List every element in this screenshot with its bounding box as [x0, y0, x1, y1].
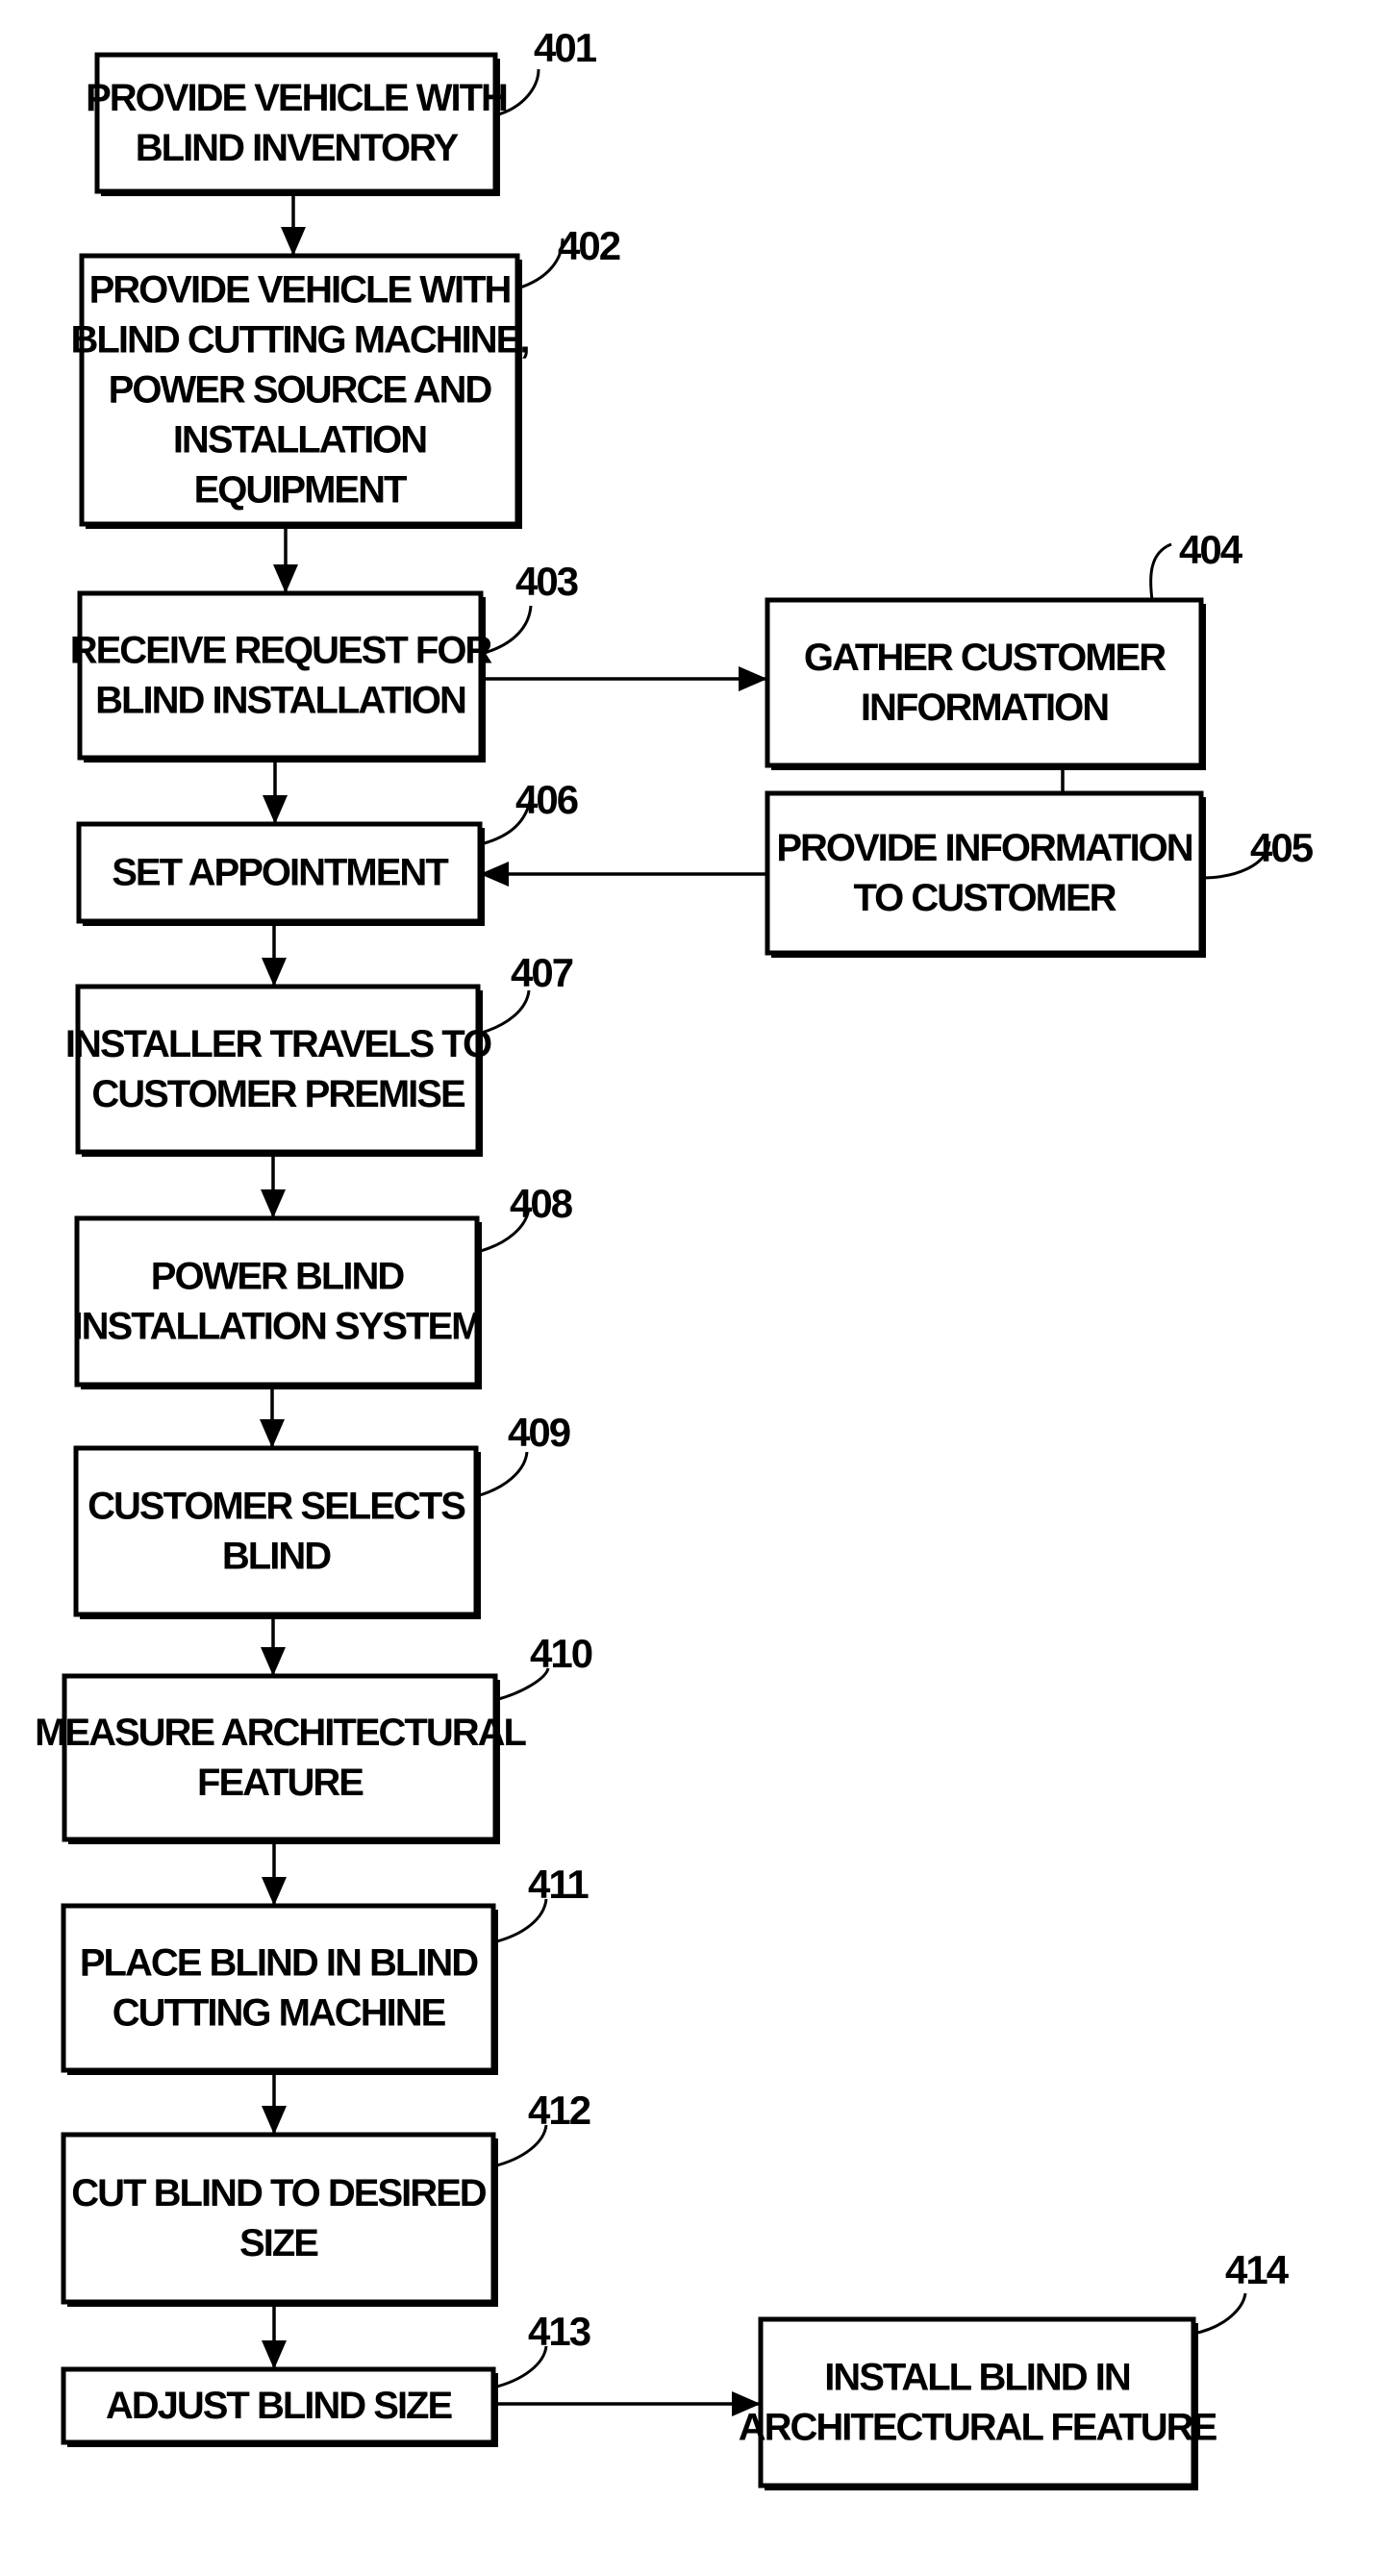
- step-text-line: CUTTING MACHINE: [113, 1992, 446, 2035]
- step-text-line: TO CUSTOMER: [853, 877, 1117, 919]
- reference-labels: 4014024034044054064074084094104114124134…: [475, 25, 1316, 2389]
- step-text-line: MEASURE ARCHITECTURAL: [35, 1712, 526, 1754]
- reference-numeral-413: 413: [528, 2309, 590, 2354]
- step-box-412: CUT BLIND TO DESIRED SIZE: [61, 2132, 498, 2307]
- step-box-402: PROVIDE VEHICLE WITH BLIND CUTTING MACHIN…: [71, 253, 530, 529]
- reference-numeral-410: 410: [530, 1631, 592, 1676]
- step-text-line: CUSTOMER PREMISE: [91, 1073, 465, 1115]
- step-box-border: [75, 984, 481, 1155]
- step-text-line: CUT BLIND TO DESIRED: [71, 2172, 487, 2214]
- step-box-border: [61, 1903, 496, 2073]
- step-box-border: [61, 2132, 496, 2305]
- arrowhead-icon: [261, 1647, 286, 1676]
- arrowhead-icon: [273, 564, 298, 593]
- reference-numeral-407: 407: [511, 950, 573, 995]
- arrowhead-icon: [262, 1877, 287, 1906]
- step-box-border: [765, 597, 1204, 768]
- step-text-line: INSTALL BLIND IN: [824, 2357, 1130, 2399]
- reference-numeral-402: 402: [558, 223, 620, 268]
- step-box-405: PROVIDE INFORMATION TO CUSTOMER: [765, 790, 1206, 958]
- reference-numeral-403: 403: [515, 559, 578, 604]
- step-text-line: INSTALLATION SYSTEM: [73, 1306, 482, 1348]
- step-text-line: INFORMATION: [861, 687, 1108, 729]
- step-text-line: BLIND INVENTORY: [136, 127, 460, 169]
- step-text-line: SIZE: [239, 2222, 318, 2264]
- step-box-403: RECEIVE REQUEST FOR BLIND INSTALLATION: [70, 590, 494, 763]
- arrowhead-icon: [262, 2106, 287, 2135]
- step-box-401: PROVIDE VEHICLE WITH BLIND INVENTORY: [86, 52, 509, 196]
- step-text-line: PROVIDE INFORMATION: [776, 827, 1192, 869]
- step-box-border: [758, 2316, 1196, 2488]
- step-text-line: INSTALLATION: [173, 419, 426, 462]
- reference-numeral-414: 414: [1225, 2247, 1290, 2292]
- reference-numeral-409: 409: [508, 1410, 570, 1455]
- step-box-411: PLACE BLIND IN BLIND CUTTING MACHINE: [61, 1903, 498, 2075]
- step-text-line: BLIND INSTALLATION: [95, 680, 465, 722]
- arrowhead-icon: [739, 666, 767, 691]
- step-text-line: POWER SOURCE AND: [109, 369, 492, 412]
- reference-numeral-404: 404: [1179, 527, 1243, 572]
- step-box-border: [765, 790, 1204, 956]
- step-box-414: INSTALL BLIND IN ARCHITECTURAL FEATURE: [739, 2316, 1219, 2490]
- arrowhead-icon: [260, 1419, 285, 1448]
- arrowhead-icon: [263, 795, 288, 824]
- reference-numeral-408: 408: [510, 1181, 573, 1226]
- step-box-406: SET APPOINTMENT: [76, 821, 485, 926]
- step-box-404: GATHER CUSTOMER INFORMATION: [765, 597, 1206, 770]
- step-boxes: PROVIDE VEHICLE WITHBLIND INVENTORYPROVI…: [35, 52, 1219, 2490]
- reference-numeral-411: 411: [528, 1862, 589, 1907]
- step-box-413: ADJUST BLIND SIZE: [61, 2366, 498, 2447]
- step-box-408: POWER BLIND INSTALLATION SYSTEM: [73, 1215, 483, 1389]
- step-box-border: [94, 52, 498, 194]
- step-text-line: FEATURE: [197, 1762, 364, 1804]
- step-text-line: ARCHITECTURAL FEATURE: [739, 2407, 1217, 2449]
- step-box-410: MEASURE ARCHITECTURAL FEATURE: [35, 1673, 528, 1844]
- arrowhead-icon: [262, 958, 287, 987]
- step-box-409: CUSTOMER SELECTS BLIND: [73, 1445, 481, 1619]
- step-box-border: [74, 1215, 480, 1388]
- step-box-border: [62, 1673, 498, 1842]
- reference-numeral-405: 405: [1250, 825, 1314, 870]
- flowchart-diagram: PROVIDE VEHICLE WITHBLIND INVENTORYPROVI…: [35, 25, 1316, 2490]
- step-text-line: BLIND: [222, 1536, 331, 1578]
- step-text-line: CUSTOMER SELECTS: [88, 1486, 465, 1528]
- step-text-line: INSTALLER TRAVELS TO: [65, 1023, 491, 1065]
- step-text-line: PROVIDE VEHICLE WITH: [89, 269, 511, 312]
- step-text-line: EQUIPMENT: [194, 469, 407, 512]
- step-text-line: GATHER CUSTOMER: [804, 637, 1167, 679]
- step-text-line: PLACE BLIND IN BLIND: [80, 1942, 478, 1985]
- reference-numeral-401: 401: [534, 25, 597, 70]
- arrowhead-icon: [262, 2340, 287, 2369]
- leader-line: [1149, 542, 1172, 601]
- arrowhead-icon: [281, 227, 306, 256]
- arrowhead-icon: [261, 1189, 286, 1218]
- leader-line: [475, 1451, 529, 1498]
- leader-line: [516, 238, 565, 290]
- leader-line: [1192, 2292, 1247, 2336]
- step-text-line: RECEIVE REQUEST FOR: [70, 630, 493, 672]
- step-box-border: [77, 590, 484, 761]
- step-box-border: [73, 1445, 479, 1617]
- step-text-line: BLIND CUTTING MACHINE,: [71, 319, 529, 362]
- reference-numeral-412: 412: [528, 2088, 590, 2133]
- step-text-line: ADJUST BLIND SIZE: [106, 2385, 453, 2427]
- step-text-line: PROVIDE VEHICLE WITH: [86, 77, 507, 119]
- step-box-407: INSTALLER TRAVELS TO CUSTOMER PREMISE: [65, 984, 493, 1157]
- step-text-line: POWER BLIND: [151, 1256, 405, 1298]
- step-text-line: SET APPOINTMENT: [112, 852, 448, 894]
